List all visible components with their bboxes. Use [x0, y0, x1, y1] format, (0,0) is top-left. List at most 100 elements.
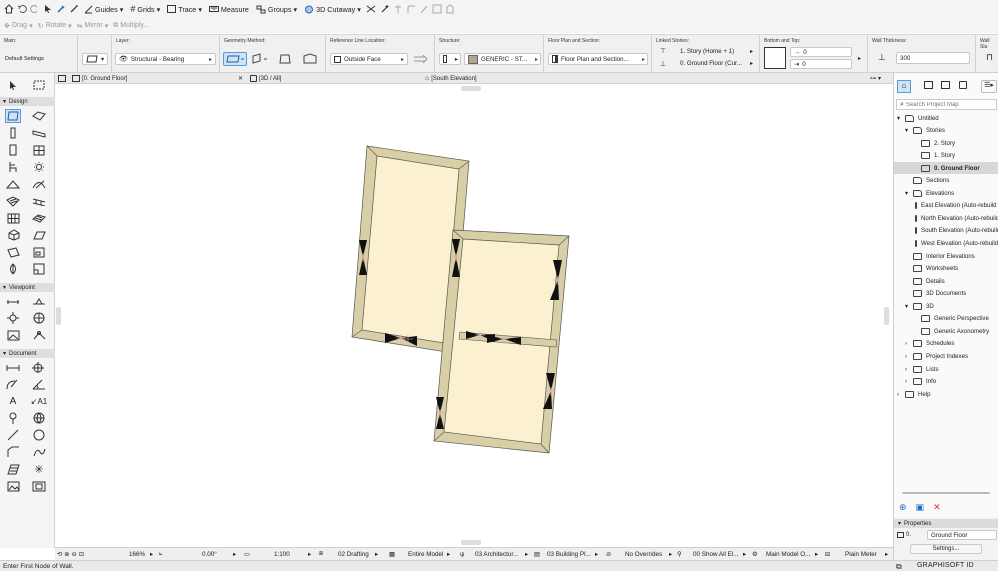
undo-icon[interactable]	[17, 4, 27, 14]
scale-value[interactable]: 1:100	[274, 551, 290, 558]
tree-south-elevation[interactable]: South Elevation (Auto-rebuild Model)	[894, 225, 998, 237]
tree-north-elevation[interactable]: North Elevation (Auto-rebuild Model)	[894, 212, 998, 224]
skylight-tool[interactable]	[31, 228, 47, 242]
tree-west-elevation[interactable]: West Elevation (Auto-rebuild Model)	[894, 238, 998, 250]
tree-east-elevation[interactable]: East Elevation (Auto-rebuild Model)	[894, 200, 998, 212]
settings-button[interactable]: Settings...	[910, 544, 982, 554]
tree-root[interactable]: ▾ Untitled	[894, 112, 998, 124]
tree-3d-documents[interactable]: 3D Documents	[894, 288, 998, 300]
tree-help[interactable]: › Help	[894, 388, 998, 400]
geometry-trapezoid-button[interactable]	[278, 53, 292, 65]
resize-icon[interactable]	[432, 4, 442, 14]
zoom-rotate-icon[interactable]: ⟲	[57, 551, 62, 558]
arc-tool[interactable]	[31, 428, 47, 442]
drawing-tool[interactable]	[31, 479, 47, 493]
pen-set-value[interactable]: 03 Architectur...	[475, 551, 518, 558]
story-name-field[interactable]: Ground Floor	[927, 530, 997, 540]
model-view-options-value[interactable]: 03 Building Pl...	[547, 551, 591, 558]
figure-tool[interactable]	[5, 479, 21, 493]
zoom-fit-icon[interactable]: ⊡	[79, 551, 84, 558]
tree-worksheets[interactable]: Worksheets	[894, 263, 998, 275]
lighting-tool[interactable]	[5, 262, 21, 276]
hotspot-tool[interactable]: ✳	[31, 462, 47, 476]
chevron-right-icon[interactable]: ▸	[233, 551, 236, 558]
intersect-icon[interactable]	[366, 4, 377, 14]
zoom-value[interactable]: 166%	[129, 551, 145, 558]
flip-refline-button[interactable]	[413, 53, 429, 65]
expand-toggle-icon[interactable]: ▾	[905, 190, 911, 197]
beam-tool[interactable]	[31, 126, 47, 140]
tree-elevations[interactable]: ▾ Elevations	[894, 187, 998, 199]
level-dimension-tool[interactable]	[31, 360, 47, 374]
eyedropper-icon[interactable]	[56, 4, 66, 14]
syringe-icon[interactable]	[69, 4, 79, 14]
expand-toggle-icon[interactable]: ›	[905, 353, 911, 360]
section-tool[interactable]	[5, 294, 21, 308]
tab-south-elevation[interactable]: ⌂ [South Elevation]	[422, 73, 480, 84]
tree-story-0[interactable]: 0. Ground Floor	[894, 162, 998, 175]
properties-header[interactable]: ▾ Properties	[894, 519, 998, 528]
publisher-button[interactable]	[959, 81, 967, 91]
chevron-right-icon[interactable]: ▸	[525, 551, 528, 558]
tree-lists[interactable]: › Lists	[894, 363, 998, 375]
hatch-tool[interactable]	[5, 462, 21, 476]
roof-tool[interactable]	[5, 177, 21, 191]
chevron-right-icon[interactable]: ▸	[150, 551, 153, 558]
floor-plan-canvas[interactable]	[55, 85, 893, 547]
cutaway-menu[interactable]: 3D Cutaway ▾	[302, 5, 363, 14]
linked-top-story[interactable]: 1. Story (Home + 1)	[680, 48, 734, 55]
morph-tool[interactable]	[5, 228, 21, 242]
pet-palette-icon[interactable]	[445, 4, 455, 14]
railing-tool[interactable]	[31, 194, 47, 208]
floorplan-display-select[interactable]: Floor Plan and Section... ▸	[548, 53, 648, 65]
geometry-straight-button[interactable]	[223, 52, 247, 66]
adjust-icon[interactable]	[419, 4, 429, 14]
trace-menu[interactable]: Trace ▾	[165, 5, 204, 14]
window-tool[interactable]	[31, 143, 47, 157]
structure-display-value[interactable]: Main Model O...	[766, 551, 810, 558]
expand-toggle-icon[interactable]: ▾	[905, 127, 911, 134]
document-section-header[interactable]: ▾ Document	[0, 349, 55, 358]
layout-book-button[interactable]	[941, 81, 950, 91]
tree-sections[interactable]: Sections	[894, 175, 998, 187]
stair-tool[interactable]	[5, 194, 21, 208]
tab-list-toggle[interactable]	[55, 73, 69, 84]
magic-wand-icon[interactable]	[380, 4, 390, 14]
opening-tool[interactable]	[31, 245, 47, 259]
project-map-button[interactable]: ⌂	[897, 80, 911, 93]
tab-3d[interactable]: [3D / All]	[247, 73, 284, 84]
wall-tool[interactable]	[5, 109, 21, 123]
grids-menu[interactable]: # Grids ▾	[128, 4, 162, 14]
tree-details[interactable]: Details	[894, 275, 998, 287]
close-tab-icon[interactable]: ✕	[235, 73, 246, 84]
redo-icon[interactable]	[30, 4, 40, 14]
slab-tool[interactable]	[31, 109, 47, 123]
column-tool[interactable]	[5, 126, 21, 140]
tree-stories[interactable]: ▾ Stories	[894, 125, 998, 137]
worksheet-tool[interactable]	[31, 311, 47, 325]
angle-dimension-tool[interactable]	[31, 377, 47, 391]
radial-dimension-tool[interactable]	[5, 377, 21, 391]
search-input[interactable]	[905, 101, 991, 108]
dimension-tool[interactable]	[5, 360, 21, 374]
bottom-offset-input[interactable]: ⇥ 0	[790, 59, 852, 69]
viewpoint-section-header[interactable]: ▾ Viewpoint	[0, 283, 55, 292]
text-tool[interactable]: A	[5, 394, 21, 408]
tree-story-2[interactable]: 2. Story	[894, 137, 998, 149]
navigator-menu-button[interactable]: ☰▸	[981, 80, 997, 93]
tree-generic-perspective[interactable]: Generic Perspective	[894, 313, 998, 325]
groups-menu[interactable]: Groups ▾	[254, 5, 299, 14]
expand-toggle-icon[interactable]: ›	[905, 340, 911, 347]
expand-toggle-icon[interactable]: ▾	[905, 303, 911, 310]
refline-select[interactable]: Outside Face ▸	[330, 53, 408, 65]
graphic-override-value[interactable]: No Overrides	[625, 551, 662, 558]
multiply-button[interactable]: ⧉ Multiply...	[113, 22, 149, 30]
curtain-wall-tool[interactable]	[5, 211, 21, 225]
fillet-icon[interactable]	[406, 4, 416, 14]
zoom-out-icon[interactable]: ⊖	[72, 551, 77, 558]
tree-story-1[interactable]: 1. Story	[894, 150, 998, 162]
building-material-select[interactable]: GENERIC - ST... ▸	[464, 53, 541, 65]
arrow-tool[interactable]	[5, 78, 21, 92]
pointer-cursor-icon[interactable]	[43, 4, 53, 14]
wall-thickness-input[interactable]: 300	[896, 52, 970, 64]
